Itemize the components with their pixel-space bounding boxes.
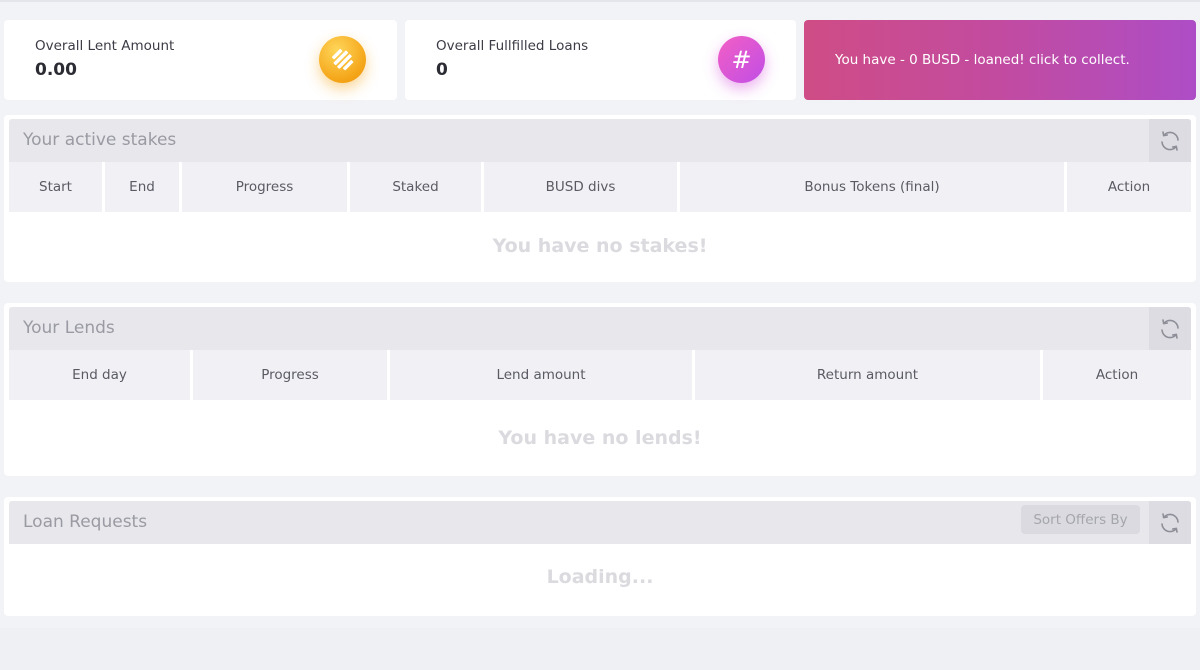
lends-col-progress: Progress bbox=[193, 350, 387, 400]
overall-loans-value: 0 bbox=[436, 60, 448, 80]
lends-title: Your Lends bbox=[23, 318, 115, 338]
stakes-empty-message: You have no stakes! bbox=[492, 235, 708, 257]
lends-col-lend-amount: Lend amount bbox=[390, 350, 692, 400]
lends-col-action: Action bbox=[1043, 350, 1191, 400]
active-stakes-panel: Your active stakes Start End Progress St… bbox=[4, 115, 1196, 282]
refresh-icon bbox=[1161, 130, 1179, 151]
stakes-refresh-button[interactable] bbox=[1149, 119, 1191, 162]
lends-panel: Your Lends End day Progress Lend amount … bbox=[4, 303, 1196, 476]
overall-lent-card: Overall Lent Amount 0.00 bbox=[4, 20, 397, 100]
lends-col-end-day: End day bbox=[9, 350, 190, 400]
requests-refresh-button[interactable] bbox=[1149, 501, 1191, 544]
top-divider bbox=[0, 0, 1200, 2]
collect-loaned-button[interactable]: You have - 0 BUSD - loaned! click to col… bbox=[804, 20, 1196, 100]
collect-text: You have - 0 BUSD - loaned! click to col… bbox=[835, 52, 1130, 68]
stakes-col-staked: Staked bbox=[350, 162, 481, 212]
lends-empty-message: You have no lends! bbox=[498, 427, 702, 449]
lends-header: Your Lends bbox=[9, 307, 1191, 350]
stakes-col-end: End bbox=[105, 162, 179, 212]
overall-loans-label: Overall Fullfilled Loans bbox=[436, 38, 589, 54]
busd-coin-icon bbox=[319, 36, 366, 83]
hash-icon: # bbox=[718, 36, 765, 83]
stakes-col-progress: Progress bbox=[182, 162, 347, 212]
refresh-icon bbox=[1161, 512, 1179, 533]
active-stakes-header: Your active stakes bbox=[9, 119, 1191, 162]
lends-refresh-button[interactable] bbox=[1149, 307, 1191, 350]
stakes-col-busd-divs: BUSD divs bbox=[484, 162, 677, 212]
loan-requests-header: Loan Requests Sort Offers By bbox=[9, 501, 1191, 544]
refresh-icon bbox=[1161, 318, 1179, 339]
overall-loans-card: Overall Fullfilled Loans 0 # bbox=[405, 20, 796, 100]
stakes-col-action: Action bbox=[1067, 162, 1191, 212]
sort-offers-button[interactable]: Sort Offers By bbox=[1021, 505, 1140, 534]
page-footer-band bbox=[0, 628, 1200, 670]
stakes-col-start: Start bbox=[9, 162, 102, 212]
active-stakes-title: Your active stakes bbox=[23, 130, 177, 150]
loan-requests-title: Loan Requests bbox=[23, 512, 148, 532]
lends-table-header: End day Progress Lend amount Return amou… bbox=[9, 350, 1191, 400]
hash-glyph: # bbox=[731, 45, 752, 74]
lends-col-return-amount: Return amount bbox=[695, 350, 1040, 400]
stakes-table-header: Start End Progress Staked BUSD divs Bonu… bbox=[9, 162, 1191, 212]
loan-requests-loading: Loading... bbox=[546, 566, 654, 588]
overall-lent-label: Overall Lent Amount bbox=[35, 38, 175, 54]
stakes-col-bonus-tokens: Bonus Tokens (final) bbox=[680, 162, 1064, 212]
loan-requests-panel: Loan Requests Sort Offers By Loading... bbox=[4, 497, 1196, 616]
overall-lent-value: 0.00 bbox=[35, 60, 77, 80]
